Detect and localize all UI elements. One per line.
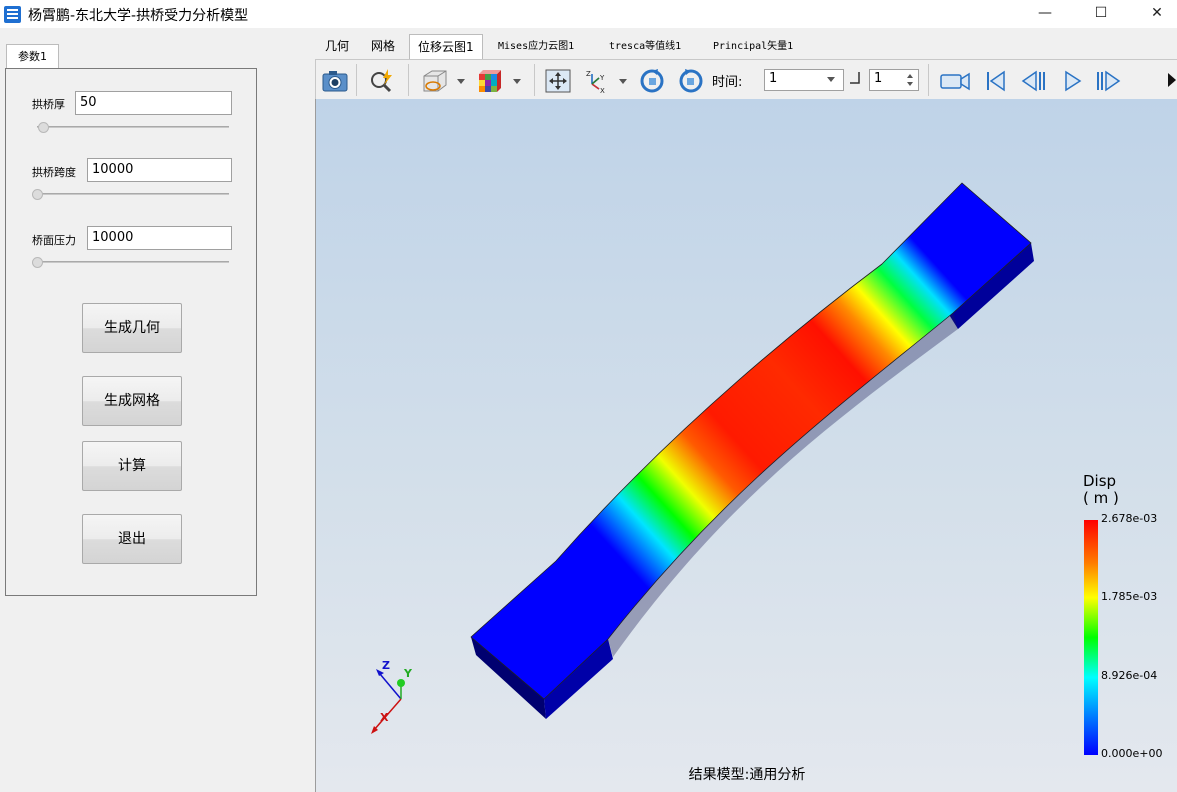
colormap-icon[interactable] (476, 68, 504, 94)
svg-text:Z: Z (586, 70, 591, 78)
rotate-left-icon[interactable] (638, 68, 666, 94)
tab-mises[interactable]: Mises应力云图1 (498, 34, 574, 59)
toolbar-separator (534, 64, 535, 96)
bridge-beam (470, 182, 1032, 700)
thickness-slider[interactable] (37, 126, 229, 128)
generate-geometry-button[interactable]: 生成几何 (82, 303, 182, 353)
display-mode-icon[interactable] (420, 68, 448, 94)
tab-params[interactable]: 参数1 (6, 44, 59, 69)
pressure-slider[interactable] (37, 261, 229, 263)
viewer-toolbar: Z Y X 时间: 1 1 (315, 59, 1177, 99)
axes-triad: Z Y X (371, 659, 413, 734)
compute-button[interactable]: 计算 (82, 441, 182, 491)
legend-quantity: Disp (1083, 472, 1117, 490)
prev-frame-icon[interactable] (1019, 68, 1047, 94)
minimize-button[interactable]: — (1021, 0, 1069, 28)
color-legend-bar (1084, 520, 1098, 755)
legend-unit: ( m ) (1083, 489, 1119, 507)
span-input[interactable]: 10000 (87, 158, 232, 182)
legend-max: 2.678e-03 (1101, 512, 1158, 525)
toolbar-separator (356, 64, 357, 96)
legend-value-2: 1.785e-03 (1101, 590, 1158, 603)
colormap-dropdown-icon[interactable] (513, 79, 521, 84)
window-title: 杨霄鹏-东北大学-拱桥受力分析模型 (28, 8, 249, 24)
time-label: 时间: (712, 75, 743, 90)
toolbar-overflow-icon[interactable] (1166, 71, 1177, 89)
zoom-icon[interactable] (368, 68, 396, 94)
axis-x-label: X (380, 711, 389, 724)
legend-title: Disp ( m ) (1083, 473, 1119, 507)
viewport-caption: 结果模型:通用分析 (688, 767, 806, 783)
tab-mesh[interactable]: 网格 (371, 34, 395, 59)
thickness-input[interactable]: 50 (75, 91, 232, 115)
tab-tresca[interactable]: tresca等值线1 (609, 34, 681, 59)
pressure-input[interactable]: 10000 (87, 226, 232, 250)
fit-view-icon[interactable] (544, 68, 572, 94)
tab-geometry[interactable]: 几何 (325, 34, 349, 59)
pressure-slider-thumb[interactable] (32, 257, 43, 268)
axes-icon[interactable]: Z Y X (584, 68, 612, 94)
pressure-label: 桥面压力 (32, 234, 76, 247)
bridge-model (470, 182, 1034, 719)
svg-text:X: X (600, 87, 605, 94)
exit-button[interactable]: 退出 (82, 514, 182, 564)
tab-principal[interactable]: Principal矢量1 (713, 34, 793, 59)
tab-displacement[interactable]: 位移云图1 (409, 34, 483, 59)
close-button[interactable]: ✕ (1133, 0, 1177, 28)
span-label: 拱桥跨度 (32, 166, 76, 179)
span-slider[interactable] (37, 193, 229, 195)
axis-y-label: Y (403, 667, 413, 680)
svg-text:Y: Y (599, 74, 605, 82)
params-panel: 拱桥厚 50 拱桥跨度 10000 桥面压力 10000 生成几何 生成网格 计… (5, 68, 257, 596)
generate-mesh-button[interactable]: 生成网格 (82, 376, 182, 426)
next-frame-icon[interactable] (1095, 68, 1123, 94)
camera-icon[interactable] (321, 68, 349, 94)
maximize-button[interactable]: ☐ (1077, 0, 1125, 28)
span-slider-thumb[interactable] (32, 189, 43, 200)
thickness-slider-thumb[interactable] (38, 122, 49, 133)
legend-value-3: 8.926e-04 (1101, 669, 1158, 682)
render-viewport[interactable]: Z Y X Disp ( m ) 2.678e-03 1.785e-03 8.9… (315, 99, 1177, 792)
first-frame-icon[interactable] (982, 68, 1010, 94)
record-icon[interactable] (938, 68, 972, 94)
axis-z-label: Z (382, 659, 390, 672)
toolbar-separator (928, 64, 929, 96)
time-dropdown-icon[interactable] (827, 77, 835, 82)
title-bar: 杨霄鹏-东北大学-拱桥受力分析模型 — ☐ ✕ (0, 0, 1177, 28)
legend-min: 0.000e+00 (1101, 747, 1163, 760)
rotate-right-icon[interactable] (677, 68, 705, 94)
step-icon (850, 72, 860, 84)
app-icon (4, 6, 21, 23)
display-mode-dropdown-icon[interactable] (457, 79, 465, 84)
toolbar-separator (408, 64, 409, 96)
play-icon[interactable] (1058, 68, 1086, 94)
spinbox-arrows-icon[interactable] (906, 71, 914, 89)
axes-dropdown-icon[interactable] (619, 79, 627, 84)
thickness-label: 拱桥厚 (32, 98, 65, 111)
